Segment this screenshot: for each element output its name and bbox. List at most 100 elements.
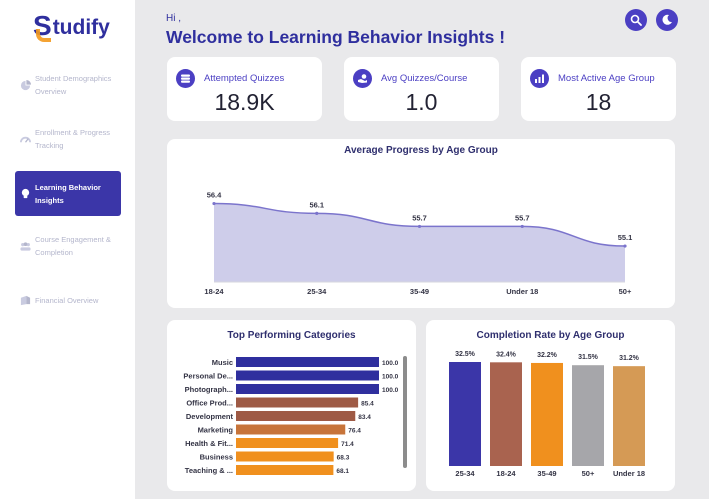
area-point: [212, 201, 216, 206]
chart-card-top-categories: Top Performing Categories Music 100.0 Pers…: [167, 320, 416, 491]
bar-value-label: 71.4: [341, 441, 354, 448]
bar: [236, 384, 379, 394]
x-tick-label: 50+: [582, 469, 595, 478]
sidebar-item-label: Student Demographics Overview: [35, 74, 112, 96]
bar-value-label: 85.4: [361, 401, 374, 408]
x-tick-label: 18-24: [496, 469, 516, 478]
bar: [236, 424, 346, 435]
x-tick-label: 35-49: [410, 287, 429, 296]
sidebar: S tudify Student Demographics Overview E…: [0, 0, 135, 499]
bar-value-label: 68.1: [336, 468, 349, 475]
bar: [613, 366, 645, 466]
sidebar-item-student-demographics[interactable]: Student Demographics Overview: [15, 72, 121, 98]
category-label: Business: [200, 453, 233, 462]
brain-bulb-icon: [21, 188, 30, 199]
bar-value-label: 32.4%: [496, 351, 517, 358]
x-tick-label: Under 18: [613, 469, 645, 478]
bar-value-label: 76.4: [348, 428, 361, 435]
sidebar-item-label: Course Engagement & Completion: [35, 235, 111, 257]
area-point: [520, 224, 524, 229]
pie-chart-icon: [20, 79, 31, 90]
data-label: 56.1: [309, 200, 324, 209]
bar: [531, 362, 563, 466]
bar-value-label: 100.0: [382, 387, 399, 394]
category-label: Teaching & ...: [185, 466, 233, 475]
group-icon: [20, 241, 31, 251]
horizontal-bar-chart[interactable]: Music 100.0 Personal De... 100.0 Photograph.…: [167, 320, 416, 491]
kpi-value: 18.9K: [214, 89, 275, 115]
category-label: Office Prod...: [186, 399, 233, 408]
x-tick-label: 25-34: [455, 469, 475, 478]
search-button[interactable]: [625, 9, 647, 31]
sidebar-item-label: Learning Behavior Insights: [35, 182, 101, 205]
bar: [236, 451, 334, 462]
category-label: Photograph...: [185, 385, 233, 394]
search-icon: [630, 14, 642, 26]
bar-value-label: 100.0: [382, 374, 399, 381]
greeting-text: Hi ,: [166, 13, 181, 24]
sidebar-item-financial-overview[interactable]: Financial Overview: [15, 294, 121, 307]
kpi-value: 18: [585, 89, 612, 115]
x-tick-label: Under 18: [506, 287, 538, 296]
sidebar-item-enrollment-progress[interactable]: Enrollment & Progress Tracking: [15, 126, 121, 152]
data-label: 55.7: [515, 213, 530, 222]
progress-gauge-icon: [20, 136, 31, 143]
hand-coin-icon: [353, 69, 372, 88]
category-label: Health & Fit...: [185, 439, 233, 448]
kpi-card-most-active-age: Most Active Age Group 18: [521, 57, 676, 121]
bar: [236, 370, 379, 381]
category-label: Marketing: [198, 426, 234, 435]
chart-card-average-progress: Average Progress by Age Group 56.4 18-24 5…: [167, 139, 675, 308]
data-label: 55.7: [412, 213, 427, 222]
sidebar-item-course-engagement[interactable]: Course Engagement & Completion: [15, 233, 121, 259]
sidebar-item-label: Financial Overview: [35, 296, 99, 305]
x-tick-label: 50+: [619, 287, 632, 296]
bar-value-label: 68.3: [337, 455, 350, 462]
bar: [236, 465, 334, 475]
area-point: [417, 224, 422, 229]
bar: [236, 411, 356, 421]
logo-wordmark: tudify: [52, 15, 110, 39]
bar-value-label: 83.4: [358, 414, 371, 421]
area-point: [623, 244, 627, 248]
data-label: 55.1: [618, 233, 633, 242]
bar: [236, 357, 379, 367]
kpi-title: Most Active Age Group: [558, 73, 655, 84]
theme-toggle-button[interactable]: [656, 9, 678, 31]
bar: [236, 397, 359, 408]
category-label: Personal De...: [183, 372, 233, 381]
x-tick-label: 18-24: [204, 287, 224, 296]
kpi-title: Attempted Quizzes: [204, 73, 285, 84]
bar: [236, 438, 339, 448]
area-point: [315, 211, 319, 215]
area-chart[interactable]: 56.4 18-24 56.1 25-34 55.7 35-49 55.7 Under 18 5…: [167, 139, 675, 308]
sidebar-item-label: Enrollment & Progress Tracking: [35, 128, 111, 150]
sidebar-item-learning-behavior[interactable]: Learning Behavior Insights: [15, 171, 121, 216]
x-tick-label: 25-34: [307, 287, 327, 296]
data-label: 56.4: [207, 191, 222, 200]
category-label: Music: [212, 358, 233, 367]
x-tick-label: 35-49: [537, 469, 556, 478]
kpi-card-attempted-quizzes: Attempted Quizzes 18.9K: [167, 57, 322, 121]
quiz-stack-icon: [176, 69, 195, 88]
kpi-title: Avg Quizzes/Course: [381, 73, 468, 84]
bar: [490, 362, 522, 466]
kpi-card-avg-quizzes: Avg Quizzes/Course 1.0: [344, 57, 499, 121]
app-logo[interactable]: S tudify: [33, 10, 110, 42]
bar-value-label: 32.2%: [537, 352, 558, 359]
bar-value-label: 31.2%: [619, 355, 640, 362]
bar-value-label: 32.5%: [455, 351, 476, 358]
category-label: Development: [186, 412, 234, 421]
bar: [449, 362, 481, 466]
bar: [572, 365, 604, 466]
bar-value-label: 100.0: [382, 360, 399, 367]
kpi-value: 1.0: [405, 89, 438, 115]
page-title: Welcome to Learning Behavior Insights !: [166, 27, 506, 47]
scrollbar-thumb[interactable]: [403, 356, 407, 468]
bar-growth-icon: [530, 69, 549, 88]
chart-card-completion-rate: Completion Rate by Age Group 32.5% 25-34 3…: [426, 320, 675, 491]
finance-icon: [20, 295, 31, 306]
logo-initial: S: [33, 10, 52, 42]
vertical-bar-chart[interactable]: 32.5% 25-34 32.4% 18-24 32.2% 35-49 31.5% 50+ 31…: [426, 320, 675, 491]
moon-icon: [662, 14, 672, 25]
